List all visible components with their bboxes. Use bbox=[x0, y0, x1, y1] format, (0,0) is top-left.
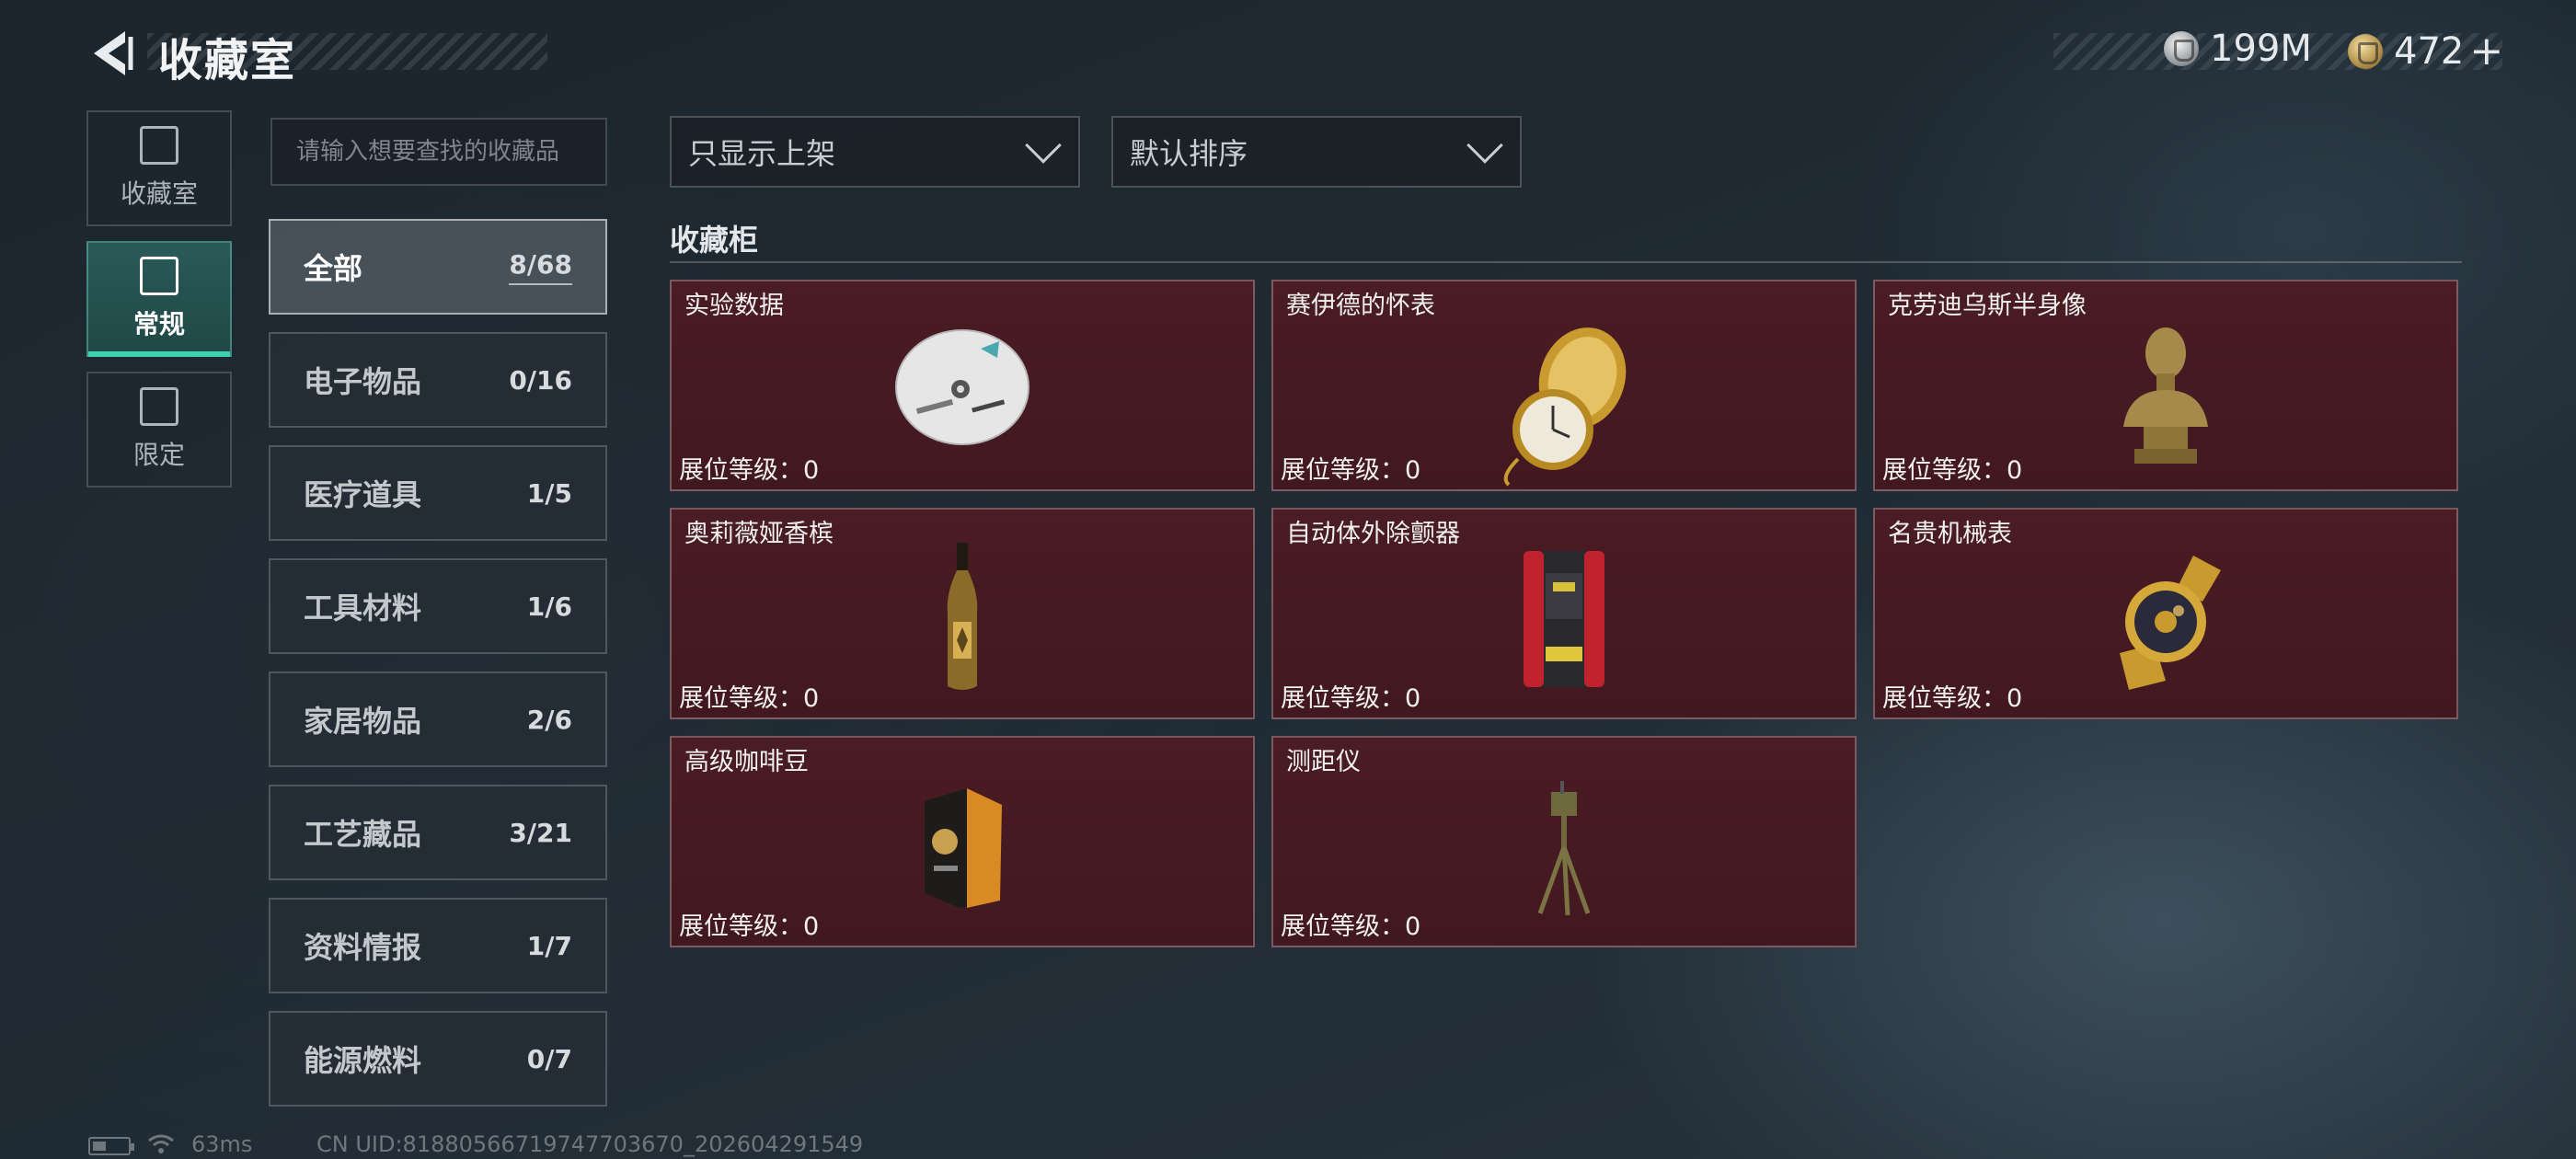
trophy-cabinet-icon bbox=[140, 126, 178, 165]
item-name: 测距仪 bbox=[1286, 748, 1361, 776]
show-filter-dropdown[interactable]: 只显示上架 bbox=[670, 116, 1080, 188]
item-level: 展位等级：0 bbox=[1882, 456, 2023, 485]
item-name: 克劳迪乌斯半身像 bbox=[1888, 292, 2087, 320]
category-count: 1/6 bbox=[526, 591, 572, 622]
pocket-watch-icon bbox=[1503, 327, 1627, 487]
rangefinder-icon bbox=[1537, 781, 1591, 916]
item-card[interactable]: 高级咖啡豆 展位等级：0 bbox=[670, 736, 1255, 947]
battery-icon bbox=[88, 1137, 134, 1155]
show-filter-value: 只显示上架 bbox=[688, 136, 836, 171]
category-count: 2/6 bbox=[526, 704, 572, 735]
item-card[interactable]: 实验数据 展位等级：0 bbox=[670, 280, 1255, 491]
item-name: 自动体外除颤器 bbox=[1286, 520, 1460, 548]
category-intel[interactable]: 资料情报 1/7 bbox=[269, 898, 607, 993]
category-count: 0/16 bbox=[509, 364, 572, 396]
silver-amount: 199M bbox=[2210, 28, 2312, 70]
limited-collection-icon bbox=[140, 387, 178, 426]
section-title: 收藏柜 bbox=[670, 223, 759, 258]
bust-icon bbox=[2123, 327, 2208, 464]
side-tab-label: 常规 bbox=[132, 309, 185, 339]
item-level: 展位等级：0 bbox=[679, 684, 820, 713]
category-name: 工艺藏品 bbox=[304, 817, 422, 852]
category-count: 8/68 bbox=[509, 249, 572, 285]
wristwatch-icon bbox=[2120, 556, 2221, 690]
category-name: 能源燃料 bbox=[304, 1043, 422, 1078]
section-divider bbox=[670, 261, 2462, 263]
item-level: 展位等级：0 bbox=[1281, 684, 1421, 713]
category-name: 家居物品 bbox=[304, 704, 422, 739]
regular-collection-icon bbox=[140, 257, 178, 295]
item-name: 赛伊德的怀表 bbox=[1286, 292, 1435, 320]
item-level: 展位等级：0 bbox=[1281, 912, 1421, 941]
side-tab-limited[interactable]: 限定 bbox=[86, 372, 232, 488]
category-all[interactable]: 全部 8/68 bbox=[269, 219, 607, 315]
gold-amount: 472 bbox=[2394, 29, 2465, 73]
item-level: 展位等级：0 bbox=[679, 456, 820, 485]
category-household[interactable]: 家居物品 2/6 bbox=[269, 671, 607, 767]
coffee-bag-icon bbox=[925, 788, 1002, 908]
category-medical[interactable]: 医疗道具 1/5 bbox=[269, 445, 607, 541]
silver-currency: 199M bbox=[2164, 28, 2312, 70]
item-name: 实验数据 bbox=[684, 292, 784, 320]
back-arrow-icon bbox=[94, 31, 133, 75]
category-tools[interactable]: 工具材料 1/6 bbox=[269, 558, 607, 654]
search-input[interactable] bbox=[270, 118, 607, 186]
item-card[interactable]: 赛伊德的怀表 展位等级：0 bbox=[1271, 280, 1857, 491]
item-name: 名贵机械表 bbox=[1888, 520, 2012, 548]
item-card[interactable]: 测距仪 展位等级：0 bbox=[1271, 736, 1857, 947]
wifi-icon bbox=[148, 1134, 174, 1153]
category-name: 医疗道具 bbox=[304, 477, 422, 512]
item-card[interactable]: 自动体外除颤器 展位等级：0 bbox=[1271, 508, 1857, 719]
category-energy[interactable]: 能源燃料 0/7 bbox=[269, 1011, 607, 1107]
side-tab-collection-room[interactable]: 收藏室 bbox=[86, 110, 232, 226]
item-card[interactable]: 克劳迪乌斯半身像 展位等级：0 bbox=[1873, 280, 2458, 491]
category-count: 1/7 bbox=[526, 930, 572, 961]
item-level: 展位等级：0 bbox=[679, 912, 820, 941]
page-title: 收藏室 bbox=[158, 35, 297, 86]
category-crafts[interactable]: 工艺藏品 3/21 bbox=[269, 785, 607, 880]
side-tab-label: 限定 bbox=[132, 440, 185, 470]
defibrillator-icon bbox=[1524, 551, 1604, 687]
category-name: 工具材料 bbox=[304, 591, 422, 625]
gold-coin-icon bbox=[2348, 33, 2383, 69]
item-name: 高级咖啡豆 bbox=[684, 748, 809, 776]
category-name: 电子物品 bbox=[304, 364, 422, 399]
add-currency-button[interactable]: + bbox=[2469, 28, 2503, 75]
ping-readout: 63ms bbox=[191, 1131, 253, 1157]
item-name: 奥莉薇娅香槟 bbox=[684, 520, 834, 548]
item-card[interactable]: 奥莉薇娅香槟 展位等级：0 bbox=[670, 508, 1255, 719]
chevron-down-icon bbox=[1466, 127, 1503, 164]
category-count: 0/7 bbox=[526, 1043, 572, 1074]
sort-dropdown[interactable]: 默认排序 bbox=[1111, 116, 1522, 188]
item-card[interactable]: 名贵机械表 展位等级：0 bbox=[1873, 508, 2458, 719]
champagne-icon bbox=[947, 543, 978, 690]
category-electronics[interactable]: 电子物品 0/16 bbox=[269, 332, 607, 428]
item-level: 展位等级：0 bbox=[1281, 456, 1421, 485]
category-name: 资料情报 bbox=[304, 930, 422, 965]
category-name: 全部 bbox=[304, 251, 363, 286]
item-level: 展位等级：0 bbox=[1882, 684, 2023, 713]
side-tab-label: 收藏室 bbox=[120, 178, 198, 209]
uid-readout: CN UID:81880566719747703670_202604291549 bbox=[316, 1131, 864, 1157]
chevron-down-icon bbox=[1025, 127, 1062, 164]
gold-currency: 472 + bbox=[2348, 28, 2503, 75]
category-count: 3/21 bbox=[509, 817, 572, 848]
disc-icon bbox=[895, 329, 1029, 445]
back-button[interactable] bbox=[85, 26, 140, 81]
category-count: 1/5 bbox=[526, 477, 572, 509]
sort-value: 默认排序 bbox=[1130, 136, 1248, 171]
side-tab-regular[interactable]: 常规 bbox=[86, 241, 232, 357]
silver-coin-icon bbox=[2164, 31, 2199, 66]
